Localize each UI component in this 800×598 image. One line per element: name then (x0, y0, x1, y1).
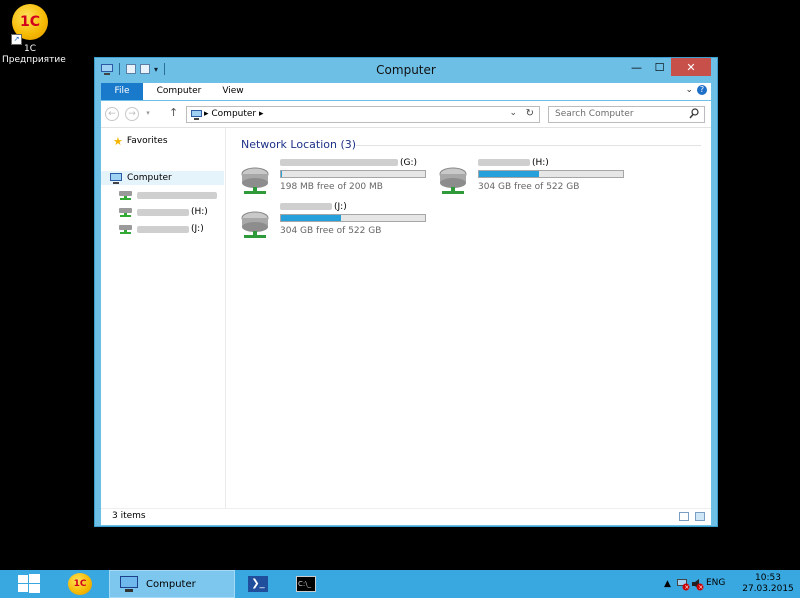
drive-usage-bar (280, 170, 426, 178)
windows-start-icon[interactable] (18, 574, 40, 594)
help-icon[interactable]: ? (697, 85, 707, 95)
group-header[interactable]: Network Location (3) (241, 138, 356, 151)
tab-file[interactable]: File (101, 83, 143, 100)
expand-ribbon-icon[interactable]: ⌄ (685, 85, 693, 95)
network-drive-icon (119, 207, 132, 217)
computer-icon (120, 576, 138, 592)
drive-usage-fill (281, 171, 283, 177)
drive-usage-bar (280, 214, 426, 222)
search-icon (689, 108, 699, 119)
recent-locations-icon[interactable]: ▾ (141, 107, 155, 121)
svg-text:×: × (698, 584, 703, 591)
network-drive-icon (439, 167, 467, 194)
network-drive-icon (119, 190, 132, 200)
explorer-window: ▾ Computer — ☐ ✕ File Computer View ⌄ ? … (94, 57, 718, 527)
group-divider (356, 145, 701, 146)
back-button[interactable]: ← (105, 107, 119, 121)
powershell-icon: ❯_ (248, 576, 268, 592)
drive-item-g[interactable]: (G:) 198 MB free of 200 MB (238, 158, 438, 200)
network-drive-icon (241, 211, 269, 238)
status-bar: 3 items (101, 508, 711, 525)
refresh-icon[interactable]: ↻ (526, 108, 534, 119)
tab-computer[interactable]: Computer (151, 83, 207, 100)
breadcrumb: ▸ Computer ▸ (204, 109, 264, 119)
drive-name: (G:) (280, 158, 417, 168)
up-button[interactable]: ↑ (169, 106, 178, 119)
nav-computer[interactable]: Computer (101, 171, 224, 185)
1c-logo-icon: 1С (68, 573, 92, 595)
command-prompt-icon: C:\_ (296, 576, 316, 592)
taskbar-cmd-button[interactable]: C:\_ (296, 570, 316, 598)
taskbar-1c-button[interactable]: 1С (68, 570, 92, 598)
drive-usage-fill (281, 215, 342, 221)
maximize-button[interactable]: ☐ (648, 58, 671, 76)
address-dropdown-icon[interactable]: ⌄ (509, 108, 517, 118)
minimize-button[interactable]: — (625, 58, 648, 76)
search-input[interactable]: Search Computer (548, 106, 705, 123)
nav-favorites[interactable]: ★ Favorites (113, 134, 168, 148)
drive-usage-fill (479, 171, 540, 177)
computer-small-icon (191, 110, 202, 120)
clock[interactable]: 10:53 27.03.2015 (738, 573, 798, 595)
shortcut-arrow-icon: ↗ (11, 34, 22, 45)
status-item-count: 3 items (112, 511, 146, 521)
navigation-pane: ★ Favorites Computer (H:) (J:) (101, 128, 226, 508)
desktop-shortcut-label: 1С Предприятие (2, 44, 66, 65)
content-pane: Network Location (3) (G:) 198 MB free of… (226, 128, 711, 508)
drive-item-h[interactable]: (H:) 304 GB free of 522 GB (436, 158, 636, 200)
network-drive-icon (119, 224, 132, 234)
drive-free-space: 304 GB free of 522 GB (280, 226, 382, 236)
nav-drive-1[interactable] (119, 188, 219, 202)
window-title: Computer (376, 63, 436, 77)
taskbar: 1С Computer ❯_ C:\_ ▲ × × ENG 10:53 27.0… (0, 570, 800, 598)
volume-muted-icon[interactable]: × (690, 577, 704, 591)
star-icon: ★ (113, 134, 123, 148)
show-hidden-icons-icon[interactable]: ▲ (664, 579, 671, 589)
drive-item-j[interactable]: (J:) 304 GB free of 522 GB (238, 202, 438, 244)
navigation-bar: ← → ▾ ↑ ▸ Computer ▸ ⌄ ↻ Search Computer (101, 101, 711, 128)
large-icons-view-icon[interactable] (695, 512, 705, 521)
drive-name: (H:) (478, 158, 549, 168)
network-status-icon[interactable]: × (676, 577, 690, 591)
details-view-icon[interactable] (679, 512, 689, 521)
computer-icon (110, 172, 122, 184)
taskbar-powershell-button[interactable]: ❯_ (248, 570, 268, 598)
drive-free-space: 198 MB free of 200 MB (280, 182, 383, 192)
search-placeholder: Search Computer (555, 109, 634, 119)
forward-button[interactable]: → (125, 107, 139, 121)
tab-view[interactable]: View (213, 83, 253, 100)
drive-usage-bar (478, 170, 624, 178)
svg-text:×: × (684, 584, 689, 591)
close-button[interactable]: ✕ (671, 58, 711, 76)
network-drive-icon (241, 167, 269, 194)
desktop-shortcut-1c[interactable]: 1С ↗ 1С Предприятие (2, 4, 66, 66)
title-bar[interactable]: ▾ Computer — ☐ ✕ (95, 58, 717, 82)
nav-drive-h[interactable]: (H:) (119, 205, 208, 219)
address-bar[interactable]: ▸ Computer ▸ ⌄ ↻ (186, 106, 540, 123)
nav-drive-j[interactable]: (J:) (119, 222, 204, 236)
drive-name: (J:) (280, 202, 347, 212)
ribbon-tabs: File Computer View ⌄ ? (101, 83, 711, 100)
drive-free-space: 304 GB free of 522 GB (478, 182, 580, 192)
language-indicator[interactable]: ENG (706, 578, 725, 588)
taskbar-explorer-button[interactable]: Computer (109, 570, 235, 598)
